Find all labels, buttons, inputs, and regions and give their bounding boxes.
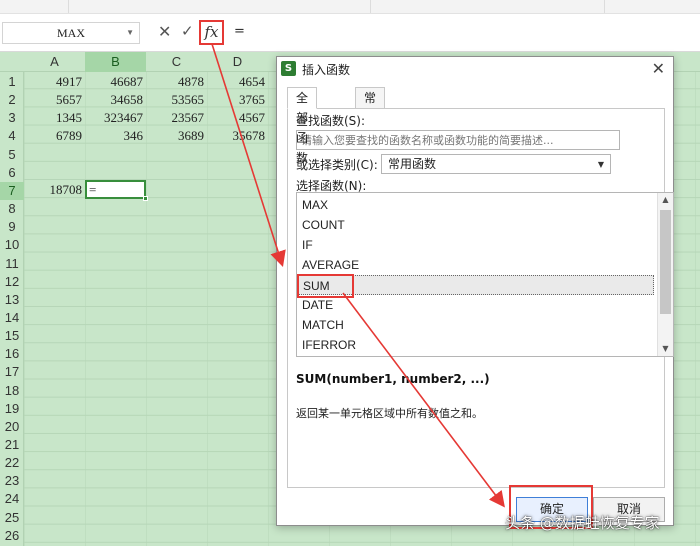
dialog-title-bar[interactable]: S 插入函数 ✕	[277, 57, 673, 81]
app-logo-icon: S	[281, 61, 296, 76]
row-header-10[interactable]: 10	[0, 236, 24, 254]
row-header-7[interactable]: 7	[0, 181, 24, 200]
cell-b2[interactable]: 34658	[85, 91, 144, 109]
cell-a1[interactable]: 4917	[24, 73, 82, 91]
name-box-value: MAX	[56, 26, 85, 40]
row-header-4[interactable]: 4	[0, 127, 24, 145]
tab-all-functions[interactable]: 全部函数	[287, 87, 318, 165]
tab-common-formulas[interactable]: 常用公式	[355, 87, 386, 165]
function-description: 返回某一单元格区域中所有数值之和。	[296, 407, 483, 420]
row-header-23[interactable]: 23	[0, 472, 24, 490]
function-item-sum[interactable]: SUM	[297, 274, 654, 298]
cell-b1[interactable]: 46687	[85, 73, 144, 91]
row-header-15[interactable]: 15	[0, 327, 24, 345]
chevron-down-icon[interactable]: ▼	[126, 23, 134, 43]
insert-function-dialog: S 插入函数 ✕ 全部函数 常用公式 查找函数(S): 或选择类别(C): 常用…	[276, 56, 674, 529]
cell-c4[interactable]: 3689	[146, 127, 204, 145]
function-list-scrollbar[interactable]: ▲ ▼	[657, 193, 673, 356]
chevron-down-icon: ▼	[597, 160, 604, 169]
cell-a2[interactable]: 5657	[24, 91, 82, 109]
row-header-16[interactable]: 16	[0, 345, 24, 363]
cell-b4[interactable]: 346	[85, 127, 144, 145]
active-cell-b7[interactable]: =	[85, 180, 148, 201]
cell-a7[interactable]: 18708	[24, 181, 83, 199]
close-icon[interactable]: ✕	[652, 59, 665, 78]
toolbar-divider	[604, 0, 605, 13]
cell-a3[interactable]: 1345	[24, 109, 82, 127]
toolbar-divider	[370, 0, 371, 13]
fill-handle[interactable]	[143, 196, 148, 201]
cell-a4[interactable]: 6789	[24, 127, 82, 145]
row-header-6[interactable]: 6	[0, 164, 24, 182]
dialog-title: 插入函数	[302, 63, 351, 77]
row-header-2[interactable]: 2	[0, 91, 24, 109]
cell-d1[interactable]: 4654	[207, 73, 265, 91]
function-item-iferror[interactable]: IFERROR	[298, 335, 654, 355]
toolbar-divider	[68, 0, 69, 13]
row-header-13[interactable]: 13	[0, 291, 24, 309]
row-header-14[interactable]: 14	[0, 309, 24, 327]
scrollbar-thumb[interactable]	[660, 210, 671, 314]
function-signature: SUM(number1, number2, ...)	[296, 372, 490, 386]
function-item-max[interactable]: MAX	[298, 195, 654, 215]
function-item-count[interactable]: COUNT	[298, 215, 654, 235]
row-header-3[interactable]: 3	[0, 109, 24, 127]
scroll-down-icon[interactable]: ▼	[658, 342, 673, 356]
top-toolbar-strip	[0, 0, 700, 14]
row-header-26[interactable]: 26	[0, 527, 24, 545]
scroll-up-icon[interactable]: ▲	[658, 193, 673, 207]
cell-b3[interactable]: 323467	[85, 109, 143, 127]
search-input[interactable]	[296, 130, 620, 150]
row-header-5[interactable]: 5	[0, 146, 24, 164]
cell-d2[interactable]: 3765	[207, 91, 265, 109]
row-header-18[interactable]: 18	[0, 382, 24, 400]
cell-c1[interactable]: 4878	[146, 73, 204, 91]
category-value: 常用函数	[388, 157, 437, 171]
cell-c3[interactable]: 23567	[146, 109, 205, 127]
function-item-if[interactable]: IF	[298, 235, 654, 255]
row-header-bar: 1 2 3 4 5 6 7 8 9 10 11 12 13 14 15 16 17 18 19 20 21 22 23 24 2…	[0, 72, 24, 546]
column-header-d[interactable]: D	[207, 52, 268, 72]
function-item-date[interactable]: DATE	[298, 295, 654, 315]
column-header-b[interactable]: B	[85, 52, 146, 72]
function-item-match[interactable]: MATCH	[298, 315, 654, 335]
row-header-22[interactable]: 22	[0, 454, 24, 472]
cancel-formula-icon[interactable]: ✕	[158, 22, 171, 41]
function-list[interactable]: MAX COUNT IF AVERAGE SUM DATE MATCH IFER…	[296, 192, 674, 357]
cell-c2[interactable]: 53565	[146, 91, 205, 109]
row-header-11[interactable]: 11	[0, 255, 24, 273]
name-box[interactable]: MAX ▼	[2, 22, 140, 44]
function-item-average[interactable]: AVERAGE	[298, 255, 654, 275]
row-header-24[interactable]: 24	[0, 490, 24, 508]
row-header-20[interactable]: 20	[0, 418, 24, 436]
column-header-a[interactable]: A	[24, 52, 85, 72]
category-select[interactable]: 常用函数 ▼	[381, 154, 611, 174]
column-header-c[interactable]: C	[146, 52, 207, 72]
cell-d4[interactable]: 35678	[207, 127, 266, 145]
tab-panel: 查找函数(S): 或选择类别(C): 常用函数 ▼ 选择函数(N): MAX C…	[287, 108, 674, 488]
insert-function-button[interactable]: fx	[199, 20, 224, 45]
row-header-21[interactable]: 21	[0, 436, 24, 454]
row-header-17[interactable]: 17	[0, 363, 24, 381]
category-label: 或选择类别(C):	[296, 158, 378, 172]
formula-input[interactable]: =	[234, 24, 245, 39]
active-cell-value: =	[89, 182, 97, 197]
row-header-12[interactable]: 12	[0, 273, 24, 291]
enter-formula-icon[interactable]: ✓	[181, 22, 194, 40]
row-header-8[interactable]: 8	[0, 200, 24, 218]
row-header-1[interactable]: 1	[0, 73, 24, 91]
watermark-text: 头条 @数据蛙恢复专家	[505, 514, 660, 532]
cell-d3[interactable]: 4567	[207, 109, 265, 127]
row-header-19[interactable]: 19	[0, 400, 24, 418]
row-header-9[interactable]: 9	[0, 218, 24, 236]
row-header-25[interactable]: 25	[0, 509, 24, 527]
formula-bar: MAX ▼ ✕ ✓ fx =	[0, 14, 700, 52]
